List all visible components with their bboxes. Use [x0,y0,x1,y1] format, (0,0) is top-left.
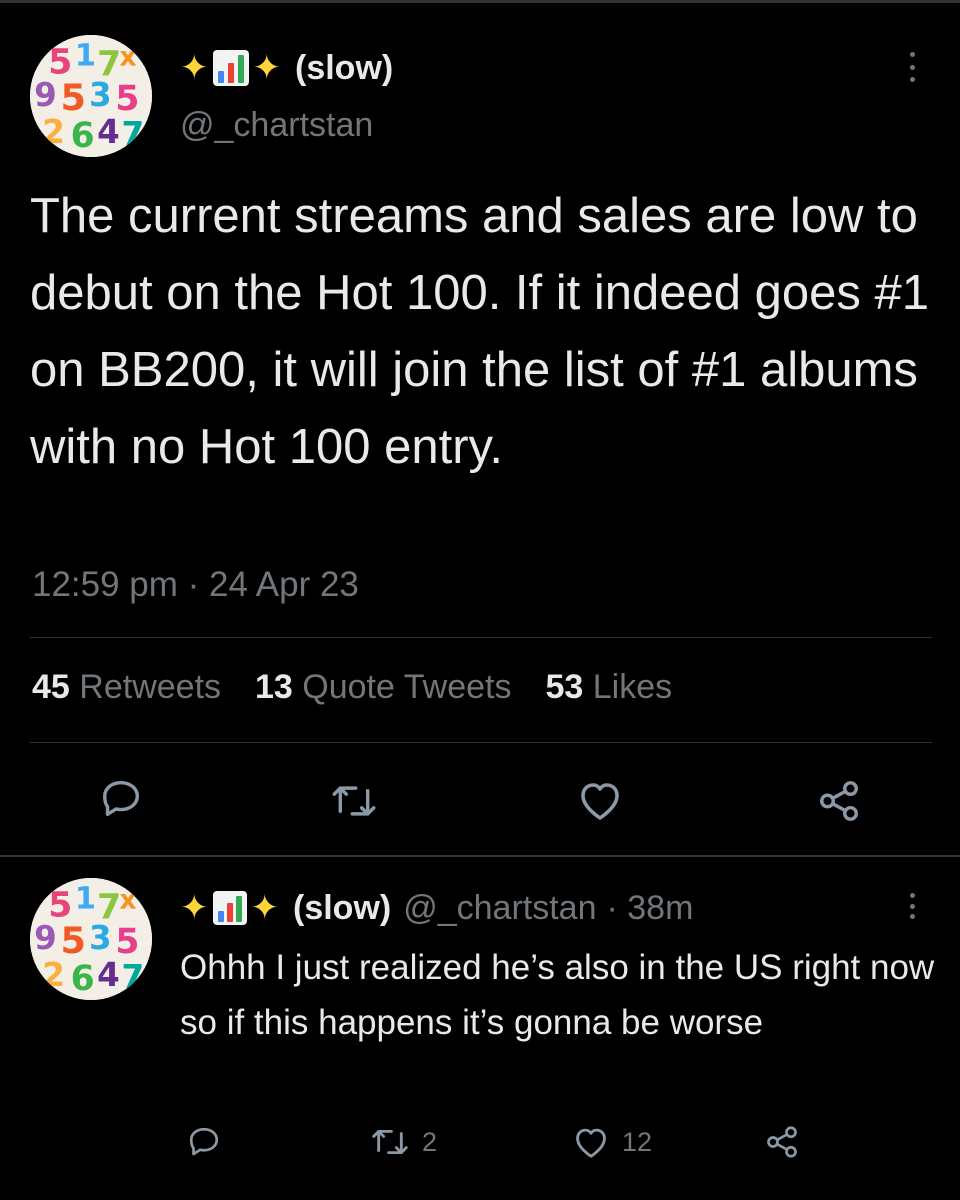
reply-handle: @_chartstan [403,888,597,927]
retweets-stat[interactable]: 45 Retweets [32,668,221,707]
svg-text:7: 7 [122,115,145,153]
like-count: 12 [622,1126,653,1157]
reply-text: Ohhh I just realized he’s also in the US… [180,948,935,1042]
svg-text:6: 6 [71,116,95,156]
top-border [0,0,960,3]
svg-text:3: 3 [89,919,112,957]
share-icon [767,1126,797,1158]
avatar[interactable]: 5 1 7 x 9 5 3 5 2 6 4 7 [30,35,152,157]
quote-tweets-stat[interactable]: 13 Quote Tweets [255,668,511,707]
svg-text:4: 4 [97,956,120,994]
retweet-count: 2 [422,1126,438,1157]
divider [30,742,932,743]
svg-text:x: x [119,42,136,73]
sparkles-icon: ✦ [180,49,209,87]
avatar-image: 5 1 7 x 9 5 3 5 2 6 4 7 [30,35,152,157]
tweet-timestamp[interactable]: 12:59 pm · 24 Apr 23 [32,565,359,605]
reply-avatar[interactable]: 5 1 7 x 9 5 3 5 2 6 4 7 [30,878,152,1000]
author-display-name: (slow) [295,48,394,87]
like-icon [576,1128,606,1158]
reply-author-row[interactable]: ✦ ✦ (slow) @_chartstan · 38m [180,888,693,928]
more-options-icon[interactable] [906,893,918,919]
svg-text:9: 9 [34,76,57,114]
retweet-button[interactable] [330,780,378,822]
like-icon [581,783,619,820]
reply-icon [102,780,140,817]
share-button[interactable] [816,778,862,824]
tweet-stats: 45 Retweets 13 Quote Tweets 53 Likes [32,668,706,707]
like-button[interactable] [576,778,624,822]
thread-divider [0,855,960,857]
reply-like-button[interactable]: 12 [572,1124,652,1160]
sparkles-icon: ✦ [252,49,282,87]
svg-text:x: x [119,885,136,916]
bar-chart-icon [212,50,249,86]
share-icon [820,781,858,821]
reply-button[interactable] [98,776,144,822]
avatar-image: 5 1 7 x 9 5 3 5 2 6 4 7 [30,878,152,1000]
author-name-row[interactable]: ✦ ✦ (slow) [180,48,393,88]
more-options-icon[interactable] [906,52,918,82]
reply-icon [189,1127,219,1156]
reply-time: · 38m [606,888,694,927]
retweet-icon [372,1129,408,1155]
reply-display-name: (slow) [293,888,392,927]
bar-chart-icon [212,891,247,925]
svg-text:6: 6 [71,959,95,999]
reply-share-button[interactable] [764,1124,800,1160]
svg-text:2: 2 [42,956,65,994]
sparkles-icon: ✦ [180,889,209,927]
svg-text:7: 7 [122,958,145,996]
retweet-icon [332,786,376,816]
divider [30,637,932,638]
sparkles-icon: ✦ [250,889,280,927]
svg-text:1: 1 [75,39,96,74]
svg-text:3: 3 [89,76,112,114]
svg-text:2: 2 [42,113,65,151]
svg-text:9: 9 [34,919,57,957]
author-handle[interactable]: @_chartstan [180,106,373,145]
svg-text:1: 1 [75,882,96,917]
reply-reply-button[interactable] [186,1124,222,1160]
svg-text:4: 4 [97,113,120,151]
reply-retweet-button[interactable]: 2 [370,1125,437,1159]
likes-stat[interactable]: 53 Likes [545,668,672,707]
tweet-text: The current streams and sales are low to… [30,189,930,474]
